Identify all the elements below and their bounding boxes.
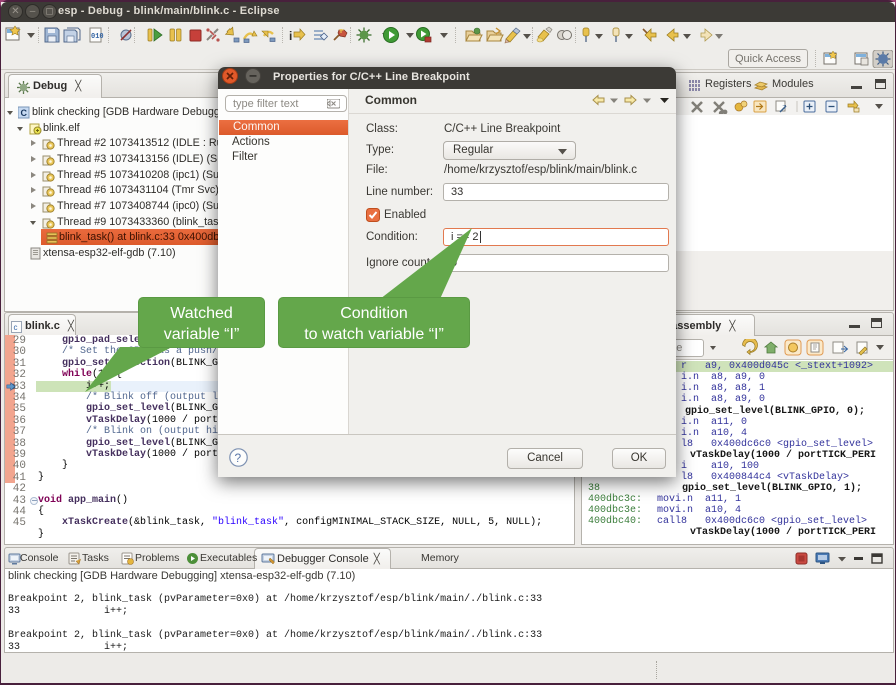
svg-text:C: C bbox=[21, 108, 28, 118]
svg-text:?: ? bbox=[235, 451, 242, 465]
svg-text:c: c bbox=[14, 323, 18, 332]
svg-text:i: i bbox=[289, 29, 292, 43]
svg-text:010: 010 bbox=[91, 33, 104, 41]
